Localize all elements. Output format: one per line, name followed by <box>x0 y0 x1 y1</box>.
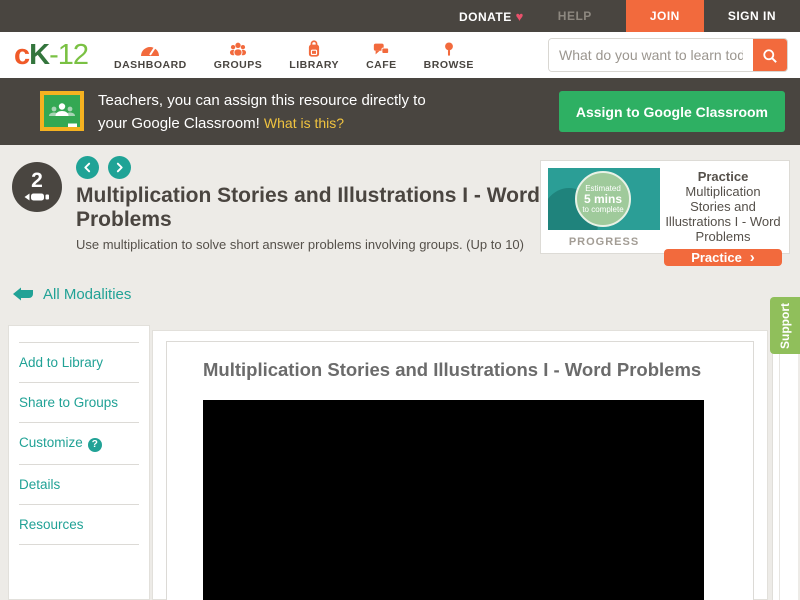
lesson-subtitle: Use multiplication to solve short answer… <box>76 237 556 252</box>
all-modalities-label: All Modalities <box>43 286 131 303</box>
sidebar-item-details[interactable]: Details <box>19 465 139 505</box>
lesson-title: Multiplication Stories and Illustrations… <box>76 184 556 232</box>
lesson-sidebar: Add to Library Share to Groups Customize… <box>8 325 150 600</box>
sidebar-item-share-to-groups[interactable]: Share to Groups <box>19 383 139 423</box>
chevron-left-icon <box>82 162 93 173</box>
banner-line1: Teachers, you can assign this resource d… <box>98 92 426 109</box>
practice-thumbnail: Estimated 5 mins to complete <box>548 168 660 230</box>
lesson-number: 2 <box>31 171 43 191</box>
banner-line2: your Google Classroom! <box>98 115 260 132</box>
help-link[interactable]: HELP <box>558 9 592 23</box>
practice-description-text: Multiplication Stories and Illustrations… <box>665 184 780 244</box>
search-icon <box>761 47 779 65</box>
library-backpack-icon <box>302 40 326 57</box>
dashboard-gauge-icon <box>138 40 162 57</box>
video-player[interactable] <box>203 400 704 600</box>
practice-button[interactable]: Practice › <box>664 249 782 266</box>
donate-link[interactable]: DONATE ♥ <box>459 9 524 24</box>
main-navbar: cK-12 DASHBOARD GROUPS <box>0 32 800 78</box>
customize-label: Customize <box>19 435 83 450</box>
estimate-line3: to complete <box>577 205 629 214</box>
nav-label: LIBRARY <box>289 59 339 71</box>
arrow-right-icon: › <box>750 249 755 266</box>
chevron-right-icon <box>114 162 125 173</box>
support-tab[interactable]: Support <box>770 297 800 354</box>
sidebar-item-customize[interactable]: Customize? <box>19 423 139 465</box>
google-classroom-icon <box>40 91 84 131</box>
content-panel: Multiplication Stories and Illustrations… <box>152 330 768 600</box>
estimated-time-badge: Estimated 5 mins to complete <box>575 171 631 227</box>
browse-pin-icon <box>437 40 461 57</box>
ck12-logo[interactable]: cK-12 <box>14 39 88 72</box>
sidebar-item-add-to-library[interactable]: Add to Library <box>19 342 139 383</box>
next-lesson-button[interactable] <box>108 156 131 179</box>
progress-label: PROGRESS <box>548 236 660 248</box>
nav-label: CAFE <box>366 59 397 71</box>
content-title: Multiplication Stories and Illustrations… <box>203 359 753 381</box>
search-input[interactable] <box>549 39 753 71</box>
practice-button-label: Practice <box>691 250 742 265</box>
search-box <box>548 38 788 72</box>
google-classroom-banner: Teachers, you can assign this resource d… <box>0 78 800 145</box>
support-tab-label: Support <box>778 303 792 349</box>
pencil-icon <box>23 191 51 203</box>
donate-label: DONATE <box>459 10 512 24</box>
practice-description: Practice Multiplication Stories and Illu… <box>664 169 782 244</box>
join-button[interactable]: JOIN <box>626 0 704 32</box>
logo-c: c <box>14 39 29 71</box>
logo-k: K <box>29 39 49 71</box>
nav-label: DASHBOARD <box>114 59 187 71</box>
nav-item-library[interactable]: LIBRARY <box>289 40 339 71</box>
estimate-line2: 5 mins <box>577 193 629 205</box>
groups-people-icon <box>226 40 250 57</box>
scroll-track[interactable] <box>772 330 798 600</box>
sidebar-item-resources[interactable]: Resources <box>19 505 139 545</box>
nav-item-dashboard[interactable]: DASHBOARD <box>114 40 187 71</box>
heart-icon: ♥ <box>516 9 524 24</box>
lesson-number-badge: 2 <box>12 162 62 212</box>
help-question-icon[interactable]: ? <box>88 438 102 452</box>
nav-item-cafe[interactable]: CAFE <box>366 40 397 71</box>
cafe-chat-icon <box>369 40 393 57</box>
nav-label: GROUPS <box>214 59 263 71</box>
content-inner-panel: Multiplication Stories and Illustrations… <box>166 341 754 600</box>
assign-to-google-classroom-button[interactable]: Assign to Google Classroom <box>559 91 785 132</box>
previous-lesson-button[interactable] <box>76 156 99 179</box>
search-button[interactable] <box>753 39 787 72</box>
lesson-header: 2 Multiplication Storie <box>0 145 800 257</box>
banner-message: Teachers, you can assign this resource d… <box>98 90 426 135</box>
top-utility-bar: DONATE ♥ HELP JOIN SIGN IN <box>0 0 800 32</box>
nav-label: BROWSE <box>424 59 474 71</box>
what-is-this-link[interactable]: What is this? <box>264 115 344 131</box>
back-arrow-icon <box>11 287 35 303</box>
sign-in-button[interactable]: SIGN IN <box>704 9 800 23</box>
practice-lead: Practice <box>698 169 749 184</box>
nav-item-groups[interactable]: GROUPS <box>214 40 263 71</box>
practice-card: Estimated 5 mins to complete PROGRESS Pr… <box>540 160 790 254</box>
nav-item-browse[interactable]: BROWSE <box>424 40 474 71</box>
logo-suffix: -12 <box>49 39 88 71</box>
scroll-track-line <box>779 330 780 600</box>
all-modalities-link[interactable]: All Modalities <box>11 286 131 303</box>
